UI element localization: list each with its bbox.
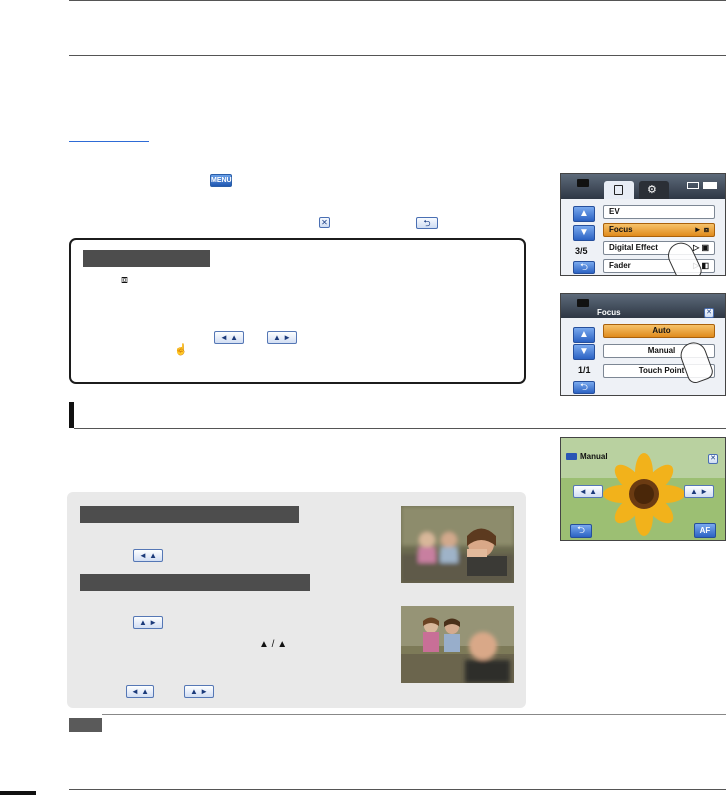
menu-tab-settings[interactable]: ⚙ (639, 181, 669, 199)
focus-close-button[interactable]: ✕ (704, 308, 714, 318)
gear-icon: ⚙ (647, 184, 657, 196)
link-underline[interactable] (69, 141, 149, 142)
menu-tab-list[interactable] (604, 181, 634, 199)
section-rule (74, 428, 726, 429)
menu-item-focus[interactable]: Focus ► ⧈ (603, 223, 715, 237)
manual-focus-far-button: ▲ ► (267, 331, 297, 344)
manual-far-button[interactable]: ▲ ► (684, 485, 714, 498)
focus-return-button[interactable]: ⮌ (573, 381, 595, 394)
focus-page-indicator: 1/1 (578, 365, 591, 375)
manual-focus-screen: Manual ✕ ◄ ▲ ▲ ► ⮌ AF (560, 437, 726, 541)
header-bottom-rule (69, 55, 726, 56)
focus-option-manual-label: Manual (647, 346, 676, 355)
camcorder-icon (577, 299, 589, 307)
scroll-up-button[interactable]: ▲ (573, 206, 595, 222)
menu-return-button[interactable]: ⮌ (573, 261, 595, 274)
camcorder-icon (577, 179, 589, 187)
focus-screen: Focus ✕ ▲ ▼ 1/1 ⮌ Auto Manual Touch Poin… (560, 293, 726, 396)
panel-near-button: ◄ ▲ (133, 549, 163, 562)
focus-mode-icon: ⧈ (121, 274, 128, 286)
page-number-marker (0, 791, 36, 795)
manual-close-button[interactable]: ✕ (708, 454, 718, 464)
manual-near-button[interactable]: ◄ ▲ (573, 485, 603, 498)
menu-item-focus-label: Focus (609, 225, 633, 234)
menu-item-digital-effect[interactable]: Digital Effect ▷ ▣ (603, 241, 715, 255)
header-top-rule (69, 0, 726, 1)
list-icon (614, 185, 623, 195)
focus-option-auto-label: Auto (652, 326, 671, 335)
manual-return-button[interactable]: ⮌ (570, 524, 592, 538)
camcorder-icon (566, 453, 577, 460)
panel-button-a: ◄ ▲ (126, 685, 154, 698)
panel-focus-icon-pair: ▲ / ▲ (259, 639, 288, 650)
menu-item-focus-value: ► ⧈ (693, 225, 709, 234)
close-icon: ✕ (319, 217, 330, 228)
menu-item-ev[interactable]: EV (603, 205, 715, 219)
manual-screen-title: Manual (580, 452, 608, 461)
focus-scroll-up[interactable]: ▲ (573, 327, 595, 343)
focus-option-auto[interactable]: Auto (603, 324, 715, 338)
footer-rule (69, 789, 726, 790)
note-rule (102, 714, 726, 715)
section-marker (69, 402, 74, 428)
menu-item-fader-label: Fader (609, 261, 631, 270)
panel-button-b: ▲ ► (184, 685, 214, 698)
note-label (69, 718, 102, 732)
menu-screen: ⚙ ▲ ▼ 3/5 ⮌ EV Focus ► ⧈ Digital Effect … (560, 173, 726, 276)
manual-focus-near-button: ◄ ▲ (214, 331, 244, 344)
focus-screen-title: Focus (597, 308, 621, 317)
focus-option-touch-label: Touch Point (638, 366, 685, 375)
menu-item-digital-value: ▷ ▣ (693, 243, 709, 252)
menu-page-indicator: 3/5 (575, 246, 588, 256)
near-focus-photo (401, 506, 514, 583)
af-button[interactable]: AF (694, 523, 716, 538)
panel-label-near (80, 506, 299, 523)
far-focus-photo (401, 606, 514, 683)
panel-far-button: ▲ ► (133, 616, 163, 629)
return-icon: ⮌ (416, 217, 438, 229)
scroll-down-button[interactable]: ▼ (573, 225, 595, 241)
card-icon (687, 182, 699, 189)
tip-box-title-bar (83, 250, 210, 267)
focus-scroll-down[interactable]: ▼ (573, 344, 595, 360)
panel-label-far (80, 574, 310, 591)
battery-icon (703, 182, 717, 189)
tip-box: ⧈ ◄ ▲ ▲ ► ☝ (69, 238, 526, 384)
menu-item-digital-label: Digital Effect (609, 243, 658, 252)
touch-point-icon: ☝ (174, 344, 188, 356)
menu-button-icon: MENU (210, 174, 232, 187)
